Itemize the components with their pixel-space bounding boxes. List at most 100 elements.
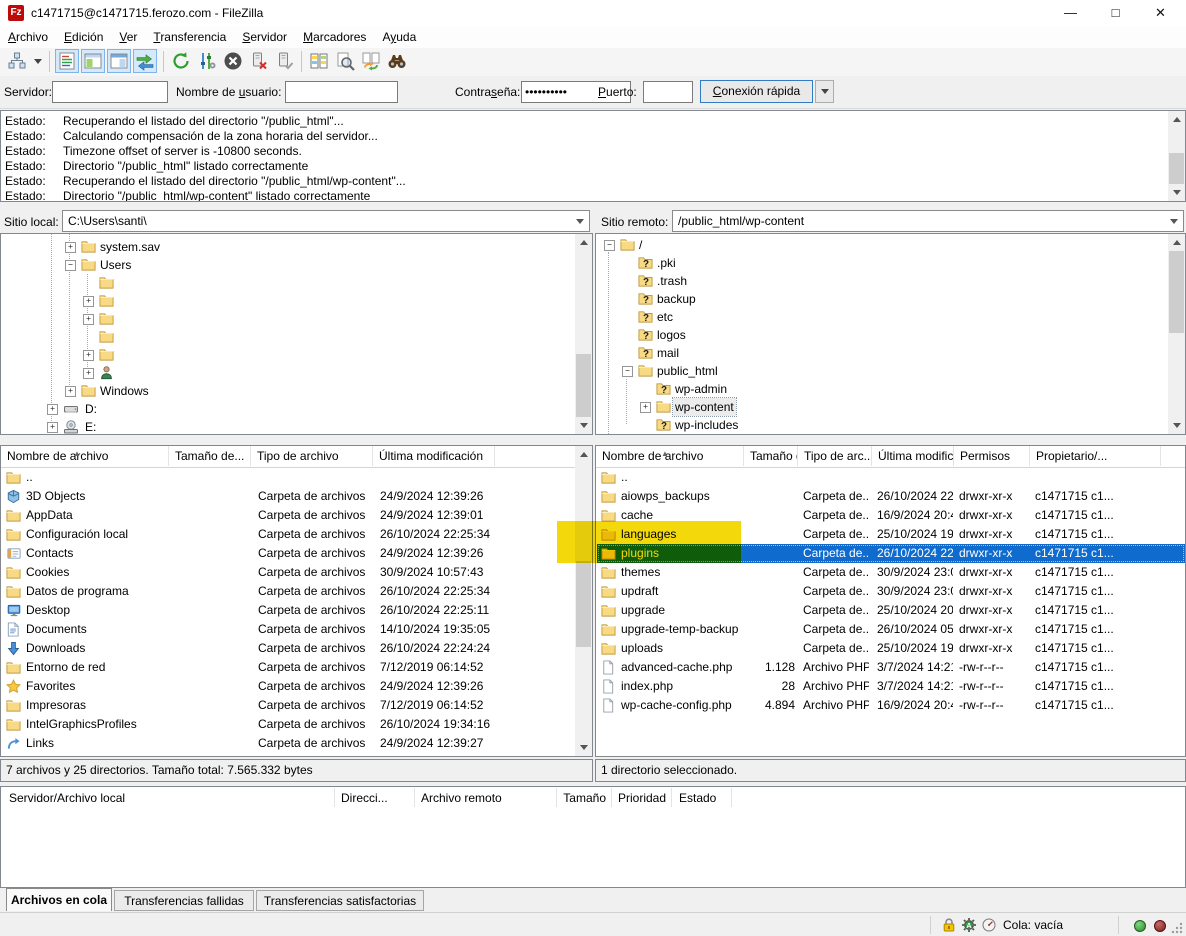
remote-file-row[interactable]: updraftCarpeta de...30/9/2024 23:0...drw… <box>597 582 1185 601</box>
toggle-remote-tree-button[interactable] <box>107 49 131 73</box>
local-tree-node[interactable]: + <box>1 364 592 382</box>
local-tree-node[interactable]: + <box>1 346 592 364</box>
tab-transferencias-satisfactorias[interactable]: Transferencias satisfactorias <box>256 890 424 911</box>
synchronized-browsing-button[interactable] <box>359 49 383 73</box>
queue-column-tamano[interactable]: Tamaño <box>561 789 606 807</box>
remote-tree-node[interactable]: ?.pki <box>596 254 1185 272</box>
scroll-up-button[interactable] <box>575 446 592 463</box>
remote-tree-node[interactable]: −/ <box>596 236 1185 254</box>
remote-file-row[interactable]: languagesCarpeta de...25/10/2024 19:...d… <box>597 525 1185 544</box>
find-files-button[interactable] <box>333 49 357 73</box>
column-header-tamano-de-[interactable]: Tamaño de... <box>169 446 251 466</box>
remote-file-row[interactable]: uploadsCarpeta de...25/10/2024 19:...drw… <box>597 639 1185 658</box>
remote-tree-node[interactable]: ?wp-includes <box>596 416 1185 434</box>
local-tree-node[interactable]: + <box>1 292 592 310</box>
menu-item-ayuda[interactable]: Ayuda <box>374 26 424 48</box>
gear-icon[interactable]: A <box>961 917 977 933</box>
local-file-row[interactable]: DownloadsCarpeta de archivos26/10/2024 2… <box>2 639 572 658</box>
minimize-button[interactable]: — <box>1048 0 1093 26</box>
local-tree-node[interactable]: −Users <box>1 256 592 274</box>
tree-expander[interactable]: + <box>47 422 58 433</box>
local-file-row[interactable]: .. <box>2 468 572 487</box>
local-file-row[interactable]: FavoritesCarpeta de archivos24/9/2024 12… <box>2 677 572 696</box>
tree-expander[interactable]: − <box>65 260 76 271</box>
cancel-button[interactable] <box>221 49 245 73</box>
local-file-row[interactable]: Datos de programaCarpeta de archivos26/1… <box>2 582 572 601</box>
column-header-ultima-modific-[interactable]: Última modific... <box>872 446 954 466</box>
remote-tree-node[interactable]: +wp-content <box>596 398 1185 416</box>
filter-button[interactable] <box>385 49 409 73</box>
maximize-button[interactable]: □ <box>1093 0 1138 26</box>
queue-column-servidor-archivo-local[interactable]: Servidor/Archivo local <box>9 789 125 807</box>
scroll-down-button[interactable] <box>1168 184 1185 201</box>
close-button[interactable]: ✕ <box>1138 0 1183 26</box>
disconnect-button[interactable] <box>247 49 271 73</box>
remote-tree-node[interactable] <box>596 434 1185 435</box>
refresh-button[interactable] <box>169 49 193 73</box>
menu-item-ver[interactable]: Ver <box>111 26 145 48</box>
site-manager-button[interactable] <box>5 49 29 73</box>
menu-item-archivo[interactable]: Archivo <box>0 26 56 48</box>
toggle-local-tree-button[interactable] <box>81 49 105 73</box>
remote-path-combo[interactable]: /public_html/wp-content <box>672 210 1184 232</box>
column-header-tamano-d-[interactable]: Tamaño d... <box>744 446 798 466</box>
menu-item-servidor[interactable]: Servidor <box>234 26 295 48</box>
scroll-up-button[interactable] <box>1168 234 1185 251</box>
remote-file-row[interactable]: themesCarpeta de...30/9/2024 23:0...drwx… <box>597 563 1185 582</box>
queue-column-direcci-[interactable]: Direcci... <box>341 789 388 807</box>
local-path-combo[interactable]: C:\Users\santi\ <box>62 210 590 232</box>
column-header-permisos[interactable]: Permisos <box>954 446 1030 466</box>
local-file-row[interactable]: 3D ObjectsCarpeta de archivos24/9/2024 1… <box>2 487 572 506</box>
tree-expander[interactable]: + <box>83 296 94 307</box>
local-file-row[interactable]: LinksCarpeta de archivos24/9/2024 12:39:… <box>2 734 572 753</box>
scroll-down-button[interactable] <box>575 417 592 434</box>
remote-file-row[interactable]: cacheCarpeta de...16/9/2024 20:4...drwxr… <box>597 506 1185 525</box>
column-header-tipo-de-archivo[interactable]: Tipo de archivo <box>251 446 373 466</box>
remote-tree-node[interactable]: ?etc <box>596 308 1185 326</box>
directory-comparison-button[interactable] <box>307 49 331 73</box>
scrollbar-thumb[interactable] <box>1169 153 1184 185</box>
toggle-transfer-queue-button[interactable] <box>133 49 157 73</box>
scroll-down-button[interactable] <box>575 739 592 756</box>
local-file-row[interactable]: DocumentsCarpeta de archivos14/10/2024 1… <box>2 620 572 639</box>
remote-tree-node[interactable]: −public_html <box>596 362 1185 380</box>
remote-tree-node[interactable]: ?.trash <box>596 272 1185 290</box>
local-tree-node[interactable] <box>1 274 592 292</box>
resize-grip[interactable] <box>1170 921 1184 935</box>
username-input[interactable] <box>285 81 398 103</box>
scrollbar-thumb[interactable] <box>1169 251 1184 333</box>
menu-item-edicion[interactable]: Edición <box>56 26 111 48</box>
remote-file-row[interactable]: wp-cache-config.php4.894Archivo PHP16/9/… <box>597 696 1185 715</box>
local-tree-node[interactable] <box>1 328 592 346</box>
quickconnect-button[interactable]: Conexión rápida <box>700 80 813 103</box>
scrollbar-thumb[interactable] <box>576 354 591 418</box>
tree-expander[interactable]: + <box>47 404 58 415</box>
column-header-nombre-de-archivo[interactable]: Nombre de archivo▲ <box>596 446 744 466</box>
local-file-row[interactable]: CookiesCarpeta de archivos30/9/2024 10:5… <box>2 563 572 582</box>
tree-expander[interactable]: + <box>65 242 76 253</box>
queue-column-prioridad[interactable]: Prioridad <box>618 789 666 807</box>
tree-expander[interactable]: + <box>65 386 76 397</box>
tree-expander[interactable]: + <box>83 350 94 361</box>
tree-expander[interactable]: + <box>640 402 651 413</box>
menu-item-marcadores[interactable]: Marcadores <box>295 26 374 48</box>
tree-expander[interactable]: − <box>604 240 615 251</box>
tree-expander[interactable]: − <box>622 366 633 377</box>
queue-column-archivo-remoto[interactable]: Archivo remoto <box>421 789 502 807</box>
remote-tree-node[interactable]: ?logos <box>596 326 1185 344</box>
local-tree-node[interactable]: +system.sav <box>1 238 592 256</box>
local-file-row[interactable]: AppDataCarpeta de archivos24/9/2024 12:3… <box>2 506 572 525</box>
tree-expander[interactable]: + <box>83 368 94 379</box>
remote-file-row[interactable]: advanced-cache.php1.128Archivo PHP3/7/20… <box>597 658 1185 677</box>
menu-item-transferencia[interactable]: Transferencia <box>145 26 234 48</box>
remote-tree-node[interactable]: ?mail <box>596 344 1185 362</box>
local-file-row[interactable]: ContactsCarpeta de archivos24/9/2024 12:… <box>2 544 572 563</box>
local-tree-node[interactable]: +Windows <box>1 382 592 400</box>
scroll-up-button[interactable] <box>1168 111 1185 128</box>
remote-tree-node[interactable]: ?wp-admin <box>596 380 1185 398</box>
local-file-row[interactable]: DesktopCarpeta de archivos26/10/2024 22:… <box>2 601 572 620</box>
server-input[interactable] <box>52 81 168 103</box>
local-file-row[interactable]: IntelGraphicsProfilesCarpeta de archivos… <box>2 715 572 734</box>
remote-tree-node[interactable]: ?backup <box>596 290 1185 308</box>
toggle-message-log-button[interactable] <box>55 49 79 73</box>
